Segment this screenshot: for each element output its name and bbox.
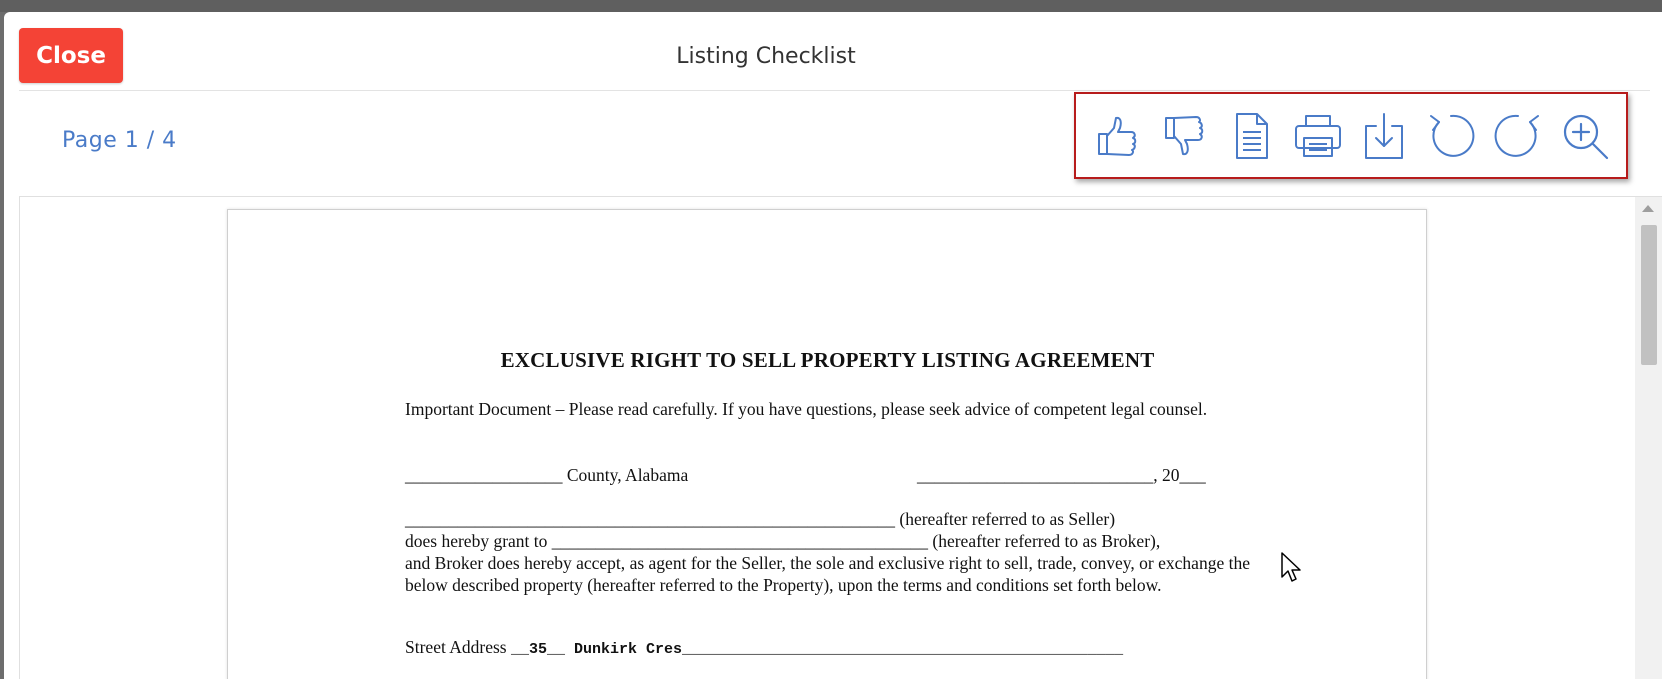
rotate-left-icon bbox=[1430, 114, 1475, 157]
county-date-line: __________________ County, Alabama _____… bbox=[405, 464, 1250, 486]
street-value: __35__ Dunkirk Cres_____________________… bbox=[510, 641, 1124, 658]
scroll-thumb[interactable] bbox=[1641, 225, 1657, 365]
zoom-in-icon bbox=[1563, 114, 1608, 159]
grant-paragraph: ________________________________________… bbox=[405, 508, 1250, 596]
rotate-right-icon bbox=[1494, 114, 1539, 157]
document-icon bbox=[1235, 112, 1268, 159]
thumbs-up-icon bbox=[1098, 116, 1137, 156]
county-field: __________________ County, Alabama bbox=[405, 465, 689, 485]
reject-button[interactable] bbox=[1156, 106, 1212, 166]
listing-checklist-modal: Close Listing Checklist Page 1 / 4 EXCLU… bbox=[4, 12, 1662, 679]
document-heading: EXCLUSIVE RIGHT TO SELL PROPERTY LISTING… bbox=[500, 348, 1155, 372]
zoom-in-button[interactable] bbox=[1557, 106, 1613, 166]
page-indicator: Page 1 / 4 bbox=[62, 128, 177, 153]
print-icon bbox=[1294, 114, 1341, 157]
vertical-scrollbar[interactable] bbox=[1635, 197, 1662, 679]
rotate-right-button[interactable] bbox=[1490, 106, 1546, 166]
grant-body: and Broker does hereby accept, as agent … bbox=[405, 553, 1250, 595]
approve-button[interactable] bbox=[1089, 106, 1145, 166]
important-notice: Important Document – Please read careful… bbox=[405, 399, 1208, 419]
header-divider bbox=[19, 90, 1650, 91]
thumbs-down-icon bbox=[1165, 115, 1204, 155]
mouse-cursor-icon bbox=[1281, 552, 1301, 582]
street-label: Street Address bbox=[405, 637, 507, 657]
document-toolbar bbox=[1074, 92, 1628, 179]
rotate-left-button[interactable] bbox=[1423, 106, 1479, 166]
document-viewer: EXCLUSIVE RIGHT TO SELL PROPERTY LISTING… bbox=[19, 196, 1662, 679]
close-button[interactable]: Close bbox=[19, 28, 123, 83]
modal-title: Listing Checklist bbox=[676, 44, 856, 69]
street-address-line: Street Address __35__ Dunkirk Cres______… bbox=[405, 636, 1250, 661]
scroll-up-icon[interactable] bbox=[1642, 205, 1654, 212]
date-field: ___________________________, 20___ bbox=[917, 465, 1206, 485]
download-icon bbox=[1365, 112, 1404, 159]
document-page: EXCLUSIVE RIGHT TO SELL PROPERTY LISTING… bbox=[227, 209, 1427, 679]
view-document-button[interactable] bbox=[1223, 106, 1279, 166]
modal-backdrop bbox=[0, 0, 1662, 12]
download-button[interactable] bbox=[1356, 106, 1412, 166]
broker-line: does hereby grant to ___________________… bbox=[405, 531, 1161, 551]
seller-line: ________________________________________… bbox=[405, 509, 1116, 529]
print-button[interactable] bbox=[1290, 106, 1346, 166]
